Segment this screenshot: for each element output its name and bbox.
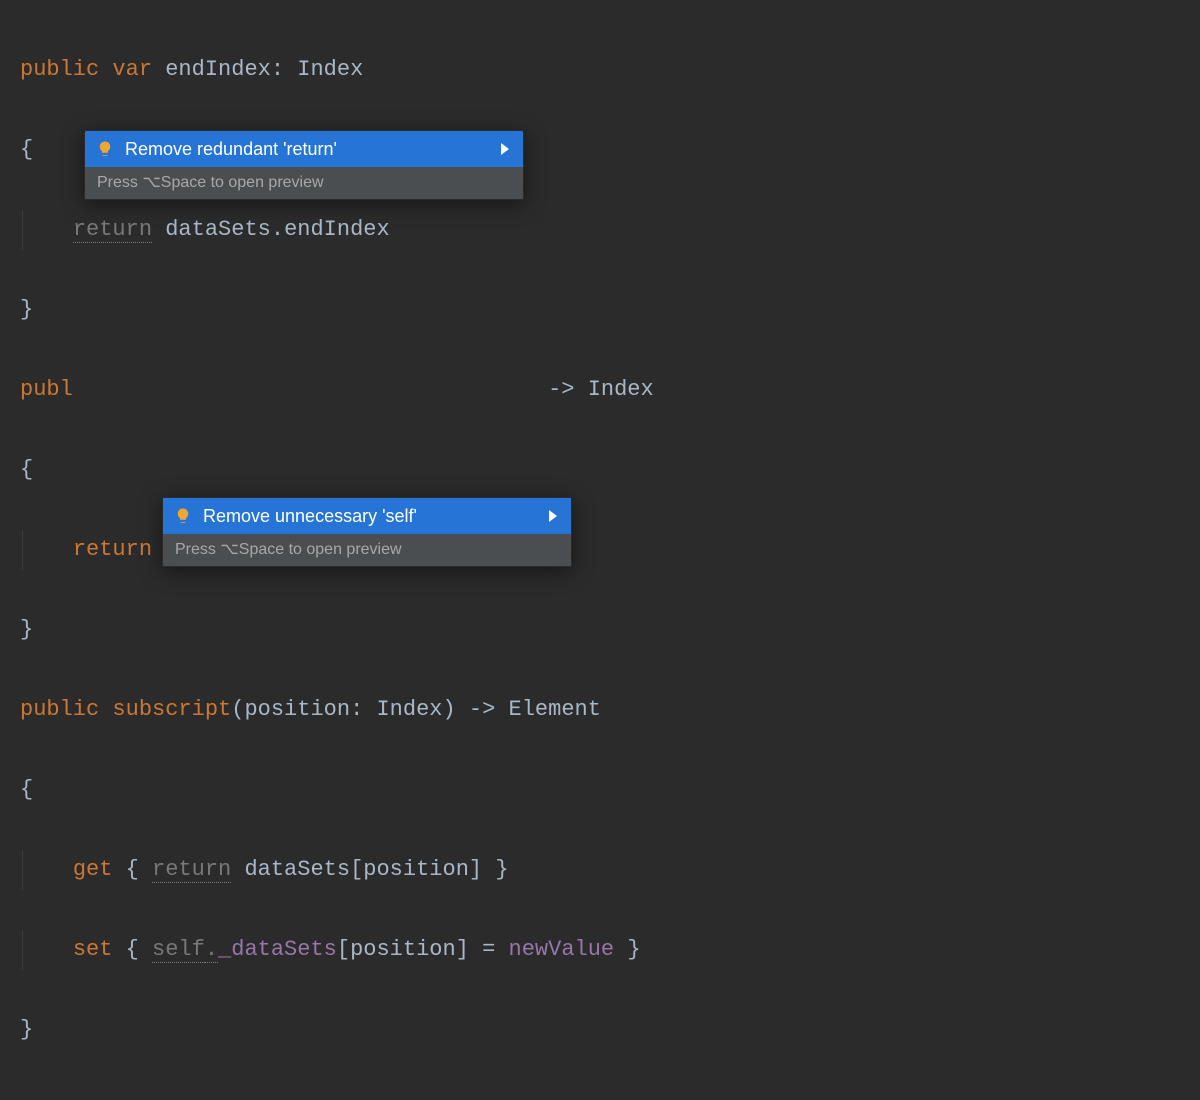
type-name: Index	[376, 697, 442, 722]
identifier: endIndex	[165, 57, 271, 82]
intention-hint: Press ⌥Space to open preview	[163, 534, 571, 566]
keyword-self: self	[152, 937, 205, 963]
colon: :	[271, 57, 284, 82]
close-brace: }	[495, 857, 508, 882]
identifier: position	[363, 857, 469, 882]
colon: :	[350, 697, 363, 722]
bracket-open: [	[337, 937, 350, 962]
intention-hint: Press ⌥Space to open preview	[85, 167, 523, 199]
open-brace: {	[126, 937, 139, 962]
lightbulb-icon	[95, 139, 115, 159]
submenu-arrow-icon	[529, 507, 557, 525]
close-brace: }	[20, 1017, 33, 1042]
keyword-return: return	[152, 857, 231, 883]
code-line: return dataSets.endIndex	[20, 210, 1180, 250]
code-line: get { return dataSets[position] }	[20, 850, 1180, 890]
keyword-subscript: subscript	[112, 697, 231, 722]
arrow: ->	[469, 697, 495, 722]
arrow: ->	[548, 377, 574, 402]
close-brace: }	[20, 617, 33, 642]
keyword-public: public	[20, 697, 99, 722]
identifier: dataSets	[165, 217, 271, 242]
code-line: set { self._dataSets[position] = newValu…	[20, 930, 1180, 970]
keyword-set: set	[73, 937, 113, 962]
code-line: }	[20, 290, 1180, 330]
identifier: endIndex	[284, 217, 390, 242]
close-brace: }	[20, 297, 33, 322]
keyword-get: get	[73, 857, 113, 882]
indent-guide	[22, 530, 23, 570]
type-name: Index	[297, 57, 363, 82]
close-brace: }	[627, 937, 640, 962]
intention-action-remove-return[interactable]: Remove redundant 'return'	[85, 131, 523, 167]
keyword-public: public	[20, 57, 99, 82]
dot: .	[205, 937, 218, 963]
code-line: public var endIndex: Index	[20, 50, 1180, 90]
indent-guide	[22, 930, 23, 970]
indent-guide	[22, 210, 23, 250]
paren-close: )	[443, 697, 456, 722]
open-brace: {	[126, 857, 139, 882]
keyword-var: var	[112, 57, 152, 82]
code-line: {	[20, 450, 1180, 490]
paren-open: (	[231, 697, 244, 722]
param-name: position	[244, 697, 350, 722]
submenu-arrow-icon	[481, 140, 509, 158]
intention-label: Remove redundant 'return'	[125, 140, 337, 158]
code-line: publ -> Index	[20, 370, 1180, 410]
type-name: Element	[509, 697, 601, 722]
code-line: public subscript(position: Index) -> Ele…	[20, 690, 1180, 730]
keyword-return: return	[73, 217, 152, 243]
code-line: }	[20, 610, 1180, 650]
indent-guide	[22, 850, 23, 890]
intention-label: Remove unnecessary 'self'	[203, 507, 417, 525]
intention-popup: Remove redundant 'return' Press ⌥Space t…	[84, 130, 524, 200]
keyword-public-fragment: publ	[20, 377, 73, 402]
code-line: {	[20, 770, 1180, 810]
bracket-close: ]	[469, 857, 482, 882]
code-line: }	[20, 1010, 1180, 1050]
field-name: _dataSets	[218, 937, 337, 962]
open-brace: {	[20, 777, 33, 802]
equals: =	[482, 937, 495, 962]
open-brace: {	[20, 457, 33, 482]
intention-action-remove-self[interactable]: Remove unnecessary 'self'	[163, 498, 571, 534]
keyword-return: return	[73, 537, 152, 562]
bracket-close: ]	[456, 937, 469, 962]
identifier: dataSets	[244, 857, 350, 882]
bracket-open: [	[350, 857, 363, 882]
open-brace: {	[20, 137, 33, 162]
identifier: position	[350, 937, 456, 962]
lightbulb-icon	[173, 506, 193, 526]
intention-popup: Remove unnecessary 'self' Press ⌥Space t…	[162, 497, 572, 567]
dot: .	[271, 217, 284, 242]
identifier-newvalue: newValue	[509, 937, 615, 962]
type-name: Index	[588, 377, 654, 402]
